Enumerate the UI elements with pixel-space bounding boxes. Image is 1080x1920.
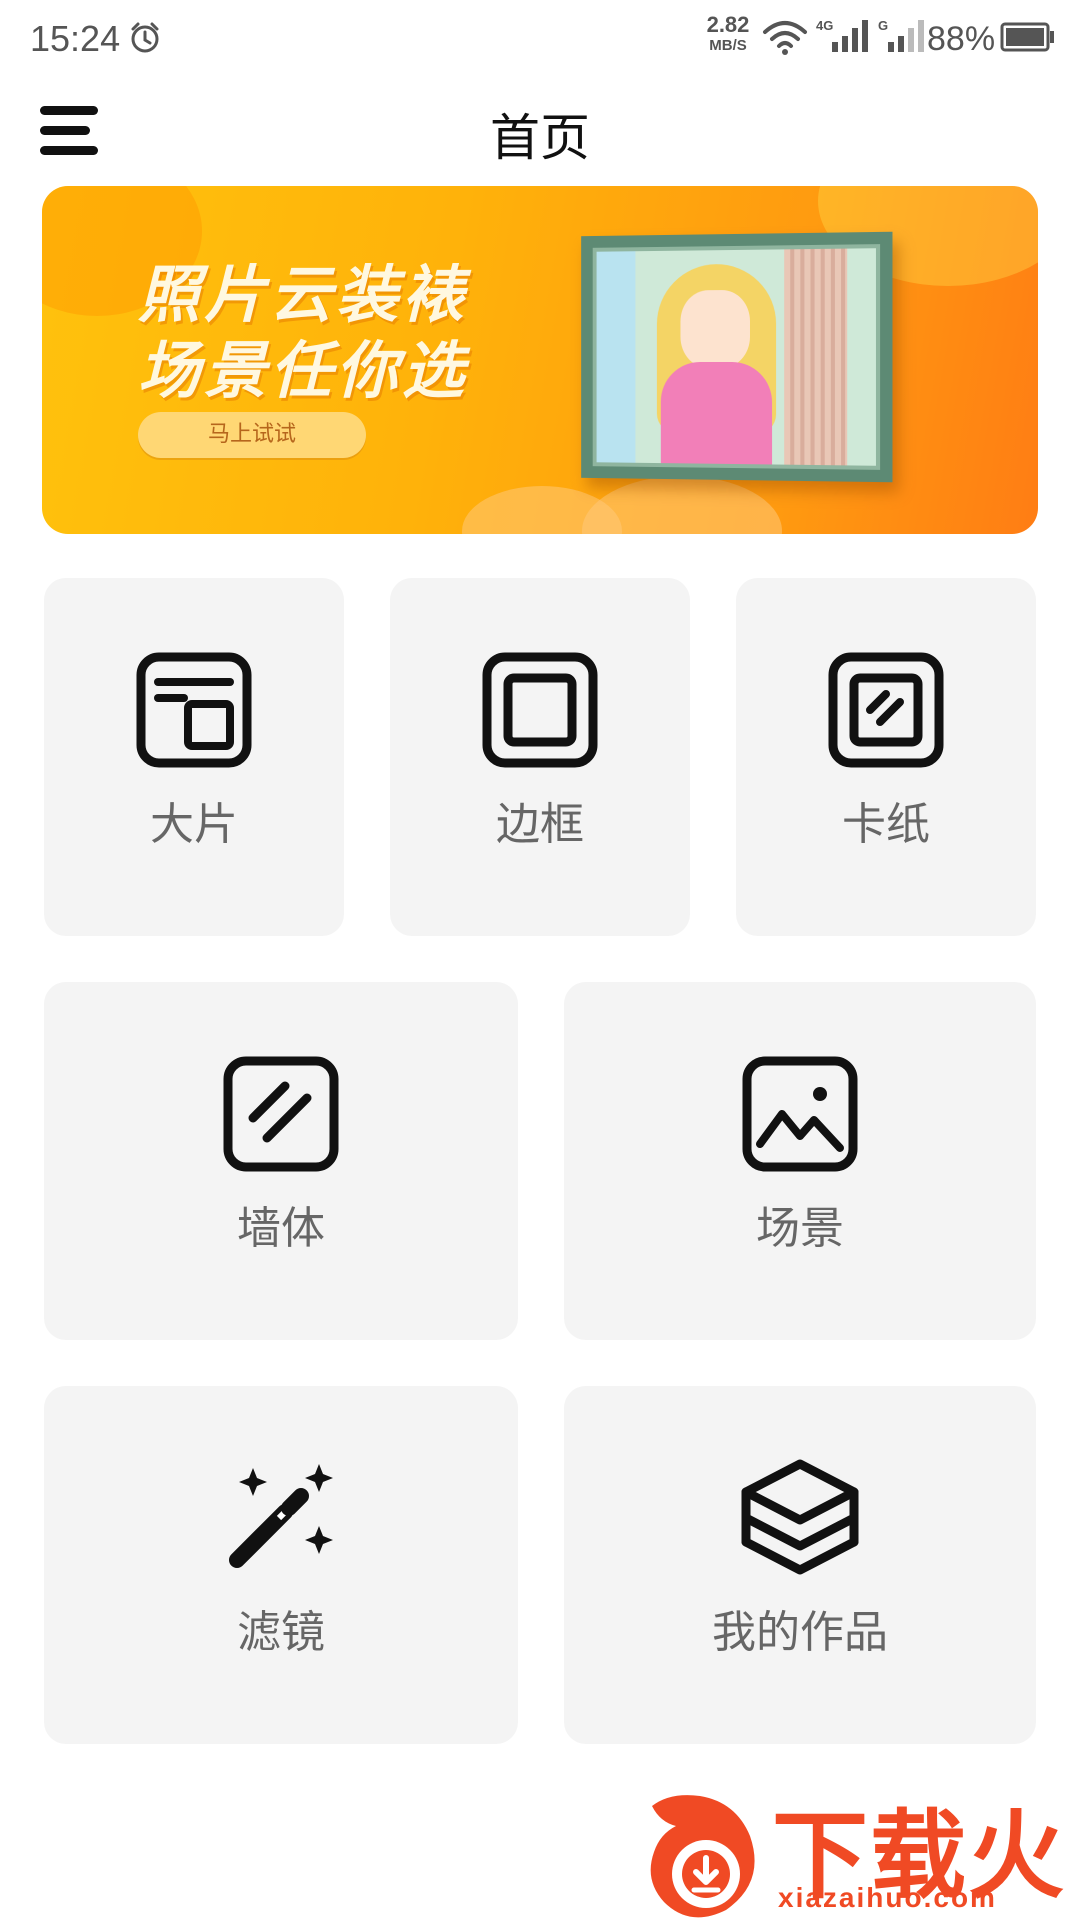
tile-label: 卡纸 (842, 799, 930, 850)
tile-label: 边框 (496, 799, 584, 850)
framed-picture-illustration (581, 231, 893, 483)
try-now-button[interactable]: 马上试试 (138, 412, 366, 458)
layers-stack-icon (738, 1456, 862, 1584)
border-frame-icon (482, 652, 598, 772)
signal-sim2-icon: G (878, 16, 928, 60)
network-speed-value: 2.82 (706, 12, 750, 37)
battery-percent: 88% (927, 20, 996, 58)
network-speed: 2.82 MB/S (700, 12, 756, 54)
tile-filter[interactable]: 滤镜 (44, 1386, 518, 1744)
signal-sim1-icon: 4G (816, 16, 876, 60)
tile-label: 滤镜 (237, 1607, 325, 1658)
tile-label: 墙体 (237, 1203, 325, 1254)
tile-border[interactable]: 边框 (390, 578, 690, 936)
tile-scene[interactable]: 场景 (564, 982, 1036, 1340)
status-bar: 15:24 2.82 MB/S 4G G 88% (0, 0, 1080, 80)
network-speed-unit: MB/S (709, 37, 747, 54)
tile-label: 大片 (150, 799, 238, 850)
battery-icon (1000, 22, 1056, 56)
tile-label: 我的作品 (712, 1607, 888, 1658)
tile-cardboard[interactable]: 卡纸 (736, 578, 1036, 936)
page-title: 首页 (490, 109, 590, 167)
download-flame-icon (650, 1795, 755, 1918)
large-photo-icon (136, 652, 252, 772)
tile-large-photo[interactable]: 大片 (44, 578, 344, 936)
alarm-clock-icon (128, 20, 162, 58)
magic-wand-icon (223, 1460, 339, 1580)
app-header: 首页 (0, 80, 1080, 180)
tile-my-works[interactable]: 我的作品 (564, 1386, 1036, 1744)
tile-wall[interactable]: 墙体 (44, 982, 518, 1340)
tile-label: 场景 (756, 1203, 844, 1254)
sim1-type-label: 4G (816, 18, 833, 33)
banner-cloud (582, 476, 782, 534)
promo-banner[interactable]: 照片云装裱 场景任你选 马上试试 (42, 186, 1038, 534)
scene-picture-icon (742, 1056, 858, 1176)
watermark-url: xiazaihuo.com (778, 1882, 997, 1913)
status-time: 15:24 (30, 18, 121, 59)
wifi-icon (762, 18, 808, 62)
cardboard-mat-icon (828, 652, 944, 772)
watermark-logo: 下载火 xiazaihuo.com (640, 1786, 1080, 1920)
banner-headline-2: 场景任你选 (138, 334, 469, 407)
wall-texture-icon (223, 1056, 339, 1176)
sim2-type-label: G (878, 18, 888, 33)
